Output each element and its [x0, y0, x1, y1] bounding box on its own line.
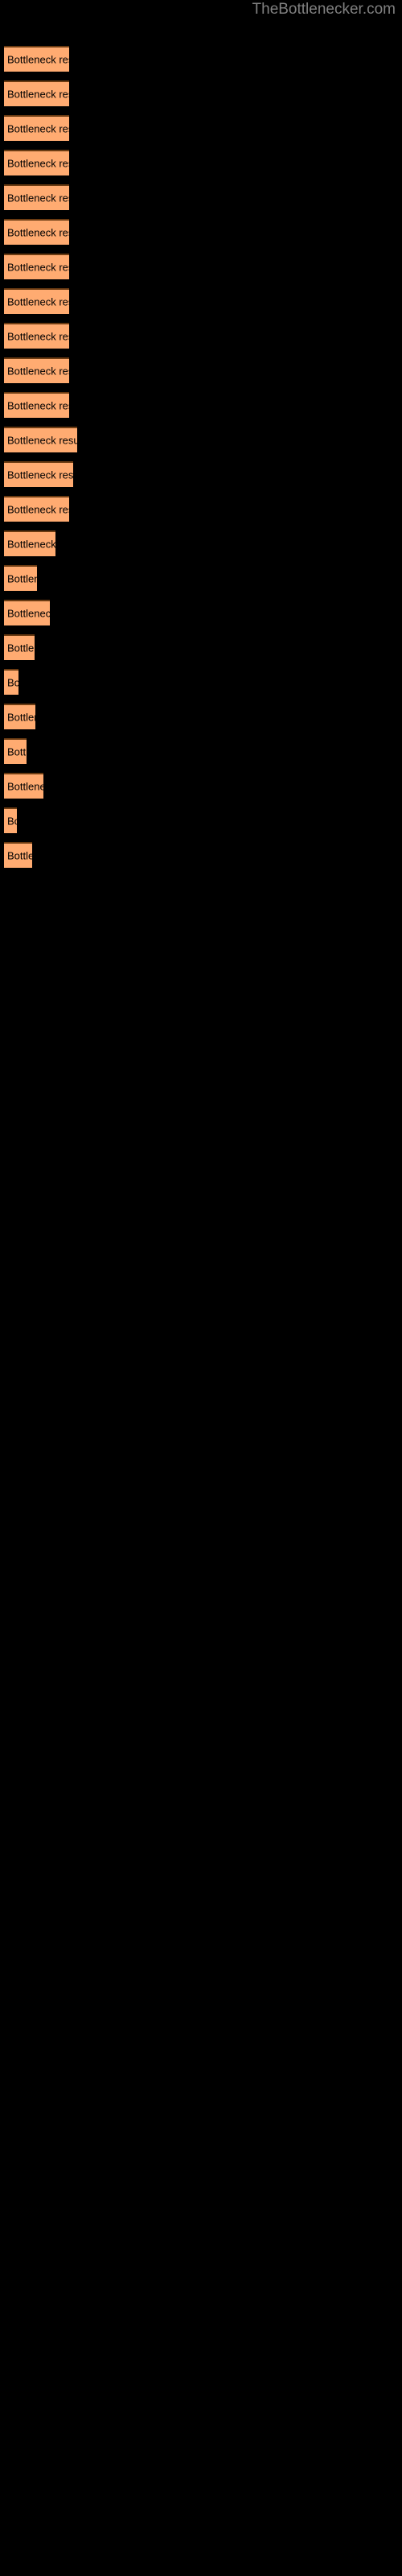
- bar-label: Bottleneck result: [7, 88, 69, 101]
- bar: Bottleneck result: [4, 704, 35, 729]
- bar-row: Bottleneck result: [0, 704, 402, 729]
- bar-row: Bottleneck result: [0, 634, 402, 660]
- bar-label: Bottleneck result: [7, 53, 69, 66]
- bar: Bottleneck result: [4, 80, 69, 106]
- bar-label: Bottleneck result: [7, 815, 17, 828]
- bar-label: Bottleneck result: [7, 365, 69, 378]
- bar: Bottleneck result: [4, 254, 69, 279]
- bar: Bottleneck result: [4, 357, 69, 383]
- bar: Bottleneck result: [4, 565, 37, 591]
- bar: Bottleneck result: [4, 807, 17, 833]
- bar-label: Bottleneck result: [7, 711, 35, 724]
- bar-row: Bottleneck result: [0, 254, 402, 279]
- bar: Bottleneck result: [4, 496, 69, 522]
- bottleneck-chart: TheBottlenecker.com Bottleneck resultBot…: [0, 0, 402, 2576]
- bar-label: Bottleneck result: [7, 330, 69, 343]
- bar-row: Bottleneck result: [0, 46, 402, 72]
- bar-label: Bottleneck result: [7, 642, 35, 654]
- bar-label: Bottleneck result: [7, 261, 69, 274]
- bar-label: Bottleneck result: [7, 295, 69, 308]
- bar: Bottleneck result: [4, 461, 73, 487]
- bar: Bottleneck result: [4, 738, 27, 764]
- bar-row: Bottleneck result: [0, 461, 402, 487]
- bar-row: Bottleneck result: [0, 323, 402, 349]
- bar-label: Bottleneck result: [7, 399, 69, 412]
- bar: Bottleneck result: [4, 150, 69, 175]
- bar: Bottleneck result: [4, 288, 69, 314]
- bar: Bottleneck result: [4, 634, 35, 660]
- bar-label: Bottleneck result: [7, 157, 69, 170]
- bar: Bottleneck result: [4, 842, 32, 868]
- bar: Bottleneck result: [4, 600, 50, 625]
- bar: Bottleneck result: [4, 219, 69, 245]
- bar-row: Bottleneck result: [0, 530, 402, 556]
- bar-label: Bottleneck result: [7, 226, 69, 239]
- bar-label: Bottleneck result: [7, 676, 18, 689]
- bar-row: Bottleneck result: [0, 184, 402, 210]
- bar: Bottleneck result: [4, 46, 69, 72]
- bar-row: Bottleneck result: [0, 288, 402, 314]
- bar: Bottleneck result: [4, 669, 18, 695]
- bar: Bottleneck result: [4, 323, 69, 349]
- bar: Bottleneck result: [4, 392, 69, 418]
- bar: Bottleneck result: [4, 427, 77, 452]
- bar-row: Bottleneck result: [0, 496, 402, 522]
- bar-label: Bottleneck result: [7, 572, 37, 585]
- bar: Bottleneck result: [4, 773, 43, 799]
- bar-row: Bottleneck result: [0, 427, 402, 452]
- bar-row: Bottleneck result: [0, 773, 402, 799]
- bar-label: Bottleneck result: [7, 745, 27, 758]
- bar-label: Bottleneck result: [7, 503, 69, 516]
- bar-row: Bottleneck result: [0, 565, 402, 591]
- bar-label: Bottleneck result: [7, 469, 73, 481]
- bar-label: Bottleneck result: [7, 434, 77, 447]
- bar: Bottleneck result: [4, 530, 55, 556]
- bar-chart-plot-area: Bottleneck result Bottleneck result Bottle…: [0, 0, 402, 1723]
- bar-label: Bottleneck result: [7, 192, 69, 204]
- bar-row: Bottleneck result: [0, 842, 402, 868]
- bar-row: Bottleneck result: [0, 150, 402, 175]
- bar: Bottleneck result: [4, 115, 69, 141]
- bar-label: Bottleneck result: [7, 122, 69, 135]
- bar-row: Bottleneck result: [0, 115, 402, 141]
- bar-row: Bottleneck result: [0, 80, 402, 106]
- bar-row: Bottleneck result: [0, 357, 402, 383]
- bar-row: Bottleneck result: [0, 669, 402, 695]
- bar-row: Bottleneck result: [0, 807, 402, 833]
- bar-label: Bottleneck result: [7, 780, 43, 793]
- bar: Bottleneck result: [4, 184, 69, 210]
- bar-label: Bottleneck result: [7, 538, 55, 551]
- bar-label: Bottleneck result: [7, 607, 50, 620]
- bar-row: Bottleneck result: [0, 219, 402, 245]
- bar-row: Bottleneck result: [0, 600, 402, 625]
- bar-row: Bottleneck result: [0, 392, 402, 418]
- bar-row: Bottleneck result: [0, 738, 402, 764]
- bar-label: Bottleneck result: [7, 849, 32, 862]
